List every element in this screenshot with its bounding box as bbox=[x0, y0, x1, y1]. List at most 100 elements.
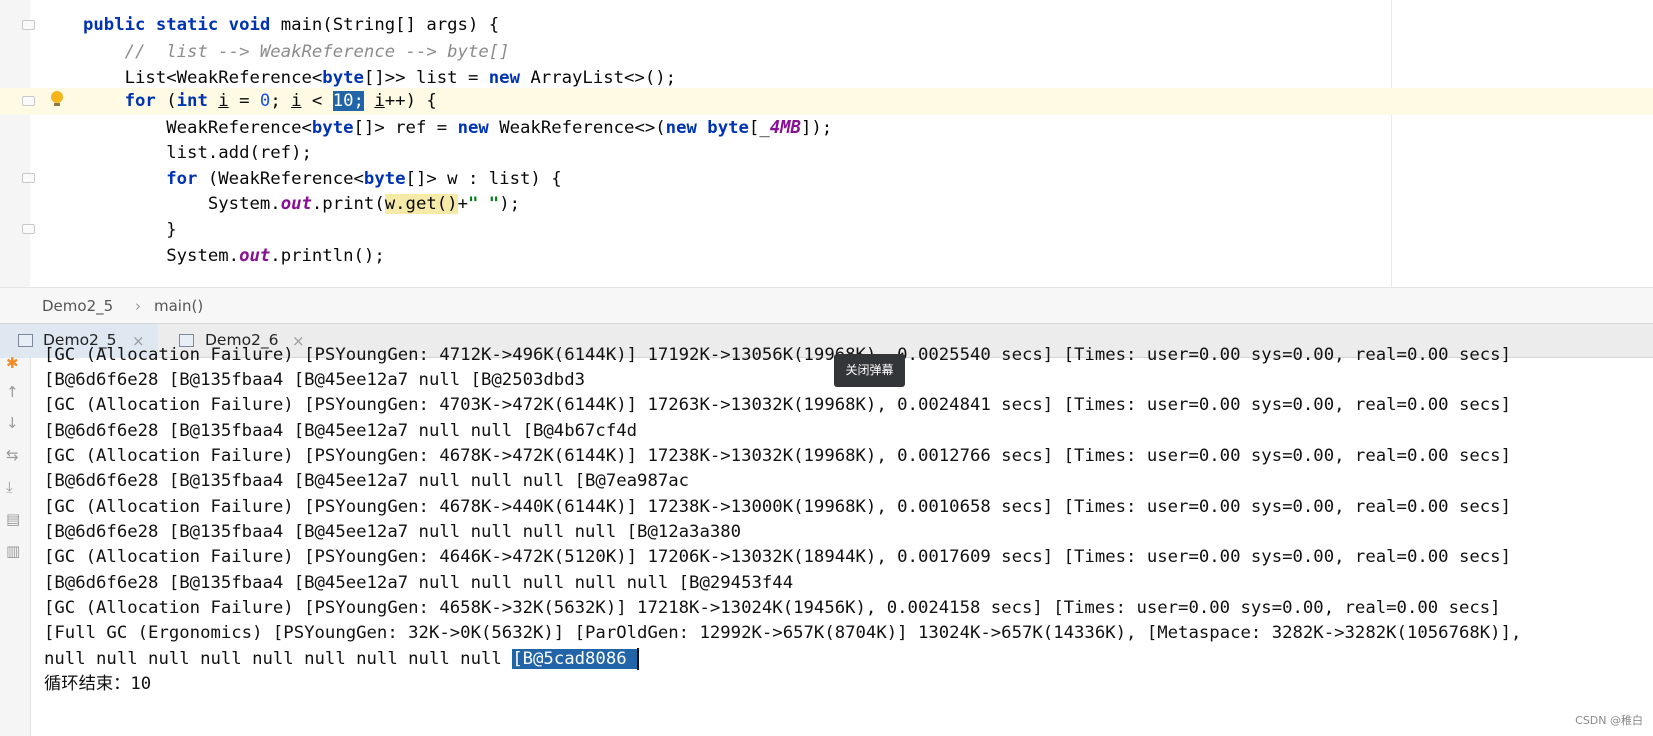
console-line: [GC (Allocation Failure) [PSYoungGen: 46… bbox=[44, 598, 1501, 618]
console-icon bbox=[18, 334, 33, 347]
selected-text[interactable]: [B@5cad8086 bbox=[512, 649, 638, 669]
code-editor[interactable]: public static void main(String[] args) {… bbox=[0, 0, 1653, 287]
watermark: CSDN @稚白 bbox=[1575, 714, 1643, 727]
code-token: byte bbox=[707, 117, 749, 138]
code-line-9[interactable]: } bbox=[0, 217, 1653, 244]
code-token: byte bbox=[322, 68, 364, 89]
code-text: list.add(ref); bbox=[83, 140, 312, 167]
console-line: [GC (Allocation Failure) [PSYoungGen: 47… bbox=[44, 345, 1511, 365]
code-line-7[interactable]: for (WeakReference<byte[]> w : list) { bbox=[0, 166, 1653, 193]
code-token: i bbox=[218, 91, 229, 111]
console-toolbar: ✱ ↑ ↓ ⇆ ⤓ ▤ ▥ bbox=[0, 354, 31, 736]
console-line: [B@6d6f6e28 [B@135fbaa4 [B@45ee12a7 null… bbox=[44, 573, 794, 593]
console-line: [B@6d6f6e28 [B@135fbaa4 [B@45ee12a7 null… bbox=[44, 421, 638, 441]
code-token: public static void bbox=[83, 15, 281, 35]
code-text: System.out.println(); bbox=[83, 243, 385, 270]
up-arrow-icon[interactable]: ↑ bbox=[6, 383, 19, 401]
code-token: WeakReference< bbox=[83, 117, 312, 138]
code-token: for bbox=[166, 168, 198, 189]
code-line-10[interactable]: System.out.println(); bbox=[0, 243, 1653, 270]
code-text: for (WeakReference<byte[]> w : list) { bbox=[83, 166, 562, 193]
soft-wrap-icon[interactable]: ⇆ bbox=[6, 446, 19, 464]
code-token: ]); bbox=[800, 117, 833, 138]
code-text: } bbox=[83, 217, 177, 244]
scroll-to-end-icon[interactable]: ⤓ bbox=[6, 478, 13, 496]
close-danmaku-tooltip[interactable]: 关闭弹幕 bbox=[834, 354, 905, 387]
code-text: for (int i = 0; i < 10; i++) { bbox=[83, 88, 437, 115]
code-line-8[interactable]: System.out.print(w.get()+" "); bbox=[0, 191, 1653, 218]
code-token: .print( bbox=[311, 194, 385, 215]
code-line-2[interactable]: // list --> WeakReference --> byte[] bbox=[0, 39, 1653, 66]
console-final-line: 循环结束：10 bbox=[44, 674, 152, 694]
code-token: main(String[] args) { bbox=[280, 15, 500, 35]
console-line: [B@6d6f6e28 [B@135fbaa4 [B@45ee12a7 null… bbox=[44, 471, 690, 491]
console-line: [GC (Allocation Failure) [PSYoungGen: 46… bbox=[44, 446, 1511, 466]
code-token: [_ bbox=[748, 117, 770, 138]
code-text: public static void main(String[] args) { bbox=[83, 12, 499, 39]
console-line: [GC (Allocation Failure) [PSYoungGen: 46… bbox=[44, 547, 1511, 567]
console-line: [GC (Allocation Failure) [PSYoungGen: 46… bbox=[44, 497, 1511, 517]
print-icon[interactable]: ▤ bbox=[6, 510, 20, 528]
code-token: ++) { bbox=[384, 91, 437, 111]
code-line-1[interactable]: public static void main(String[] args) { bbox=[0, 12, 1653, 39]
code-token: []> w : list) { bbox=[405, 168, 562, 189]
code-token: out bbox=[239, 245, 271, 266]
console-line: [B@6d6f6e28 [B@135fbaa4 [B@45ee12a7 null… bbox=[44, 370, 586, 390]
console-line-selected: null null null null null null null null … bbox=[44, 646, 640, 673]
code-token: out bbox=[280, 194, 312, 215]
code-token: 10; bbox=[332, 91, 364, 111]
trash-icon[interactable]: ▥ bbox=[6, 542, 20, 560]
code-token: + bbox=[457, 194, 468, 215]
fold-inner-for-icon[interactable] bbox=[22, 173, 35, 183]
fold-end-icon[interactable] bbox=[22, 224, 35, 234]
code-token: for bbox=[124, 91, 156, 111]
code-token: System. bbox=[83, 194, 281, 215]
console-line: [B@6d6f6e28 [B@135fbaa4 [B@45ee12a7 null… bbox=[44, 522, 742, 542]
code-token: ArrayList<>(); bbox=[520, 68, 677, 89]
code-token: ( bbox=[155, 91, 177, 111]
down-arrow-icon[interactable]: ↓ bbox=[6, 414, 19, 432]
code-token: byte bbox=[363, 168, 406, 189]
code-token: new bbox=[665, 117, 697, 138]
console-line: [GC (Allocation Failure) [PSYoungGen: 47… bbox=[44, 395, 1511, 415]
code-token: ; bbox=[270, 91, 292, 111]
fold-method-icon[interactable] bbox=[22, 20, 35, 30]
breadcrumb: Demo2_5 › main() bbox=[0, 287, 1653, 324]
code-token: i bbox=[291, 91, 302, 111]
code-token: list.add(ref); bbox=[83, 143, 312, 164]
run-icon[interactable]: ✱ bbox=[6, 354, 19, 372]
code-token: WeakReference<>( bbox=[488, 117, 666, 138]
code-token: 0 bbox=[259, 91, 271, 111]
code-line-4-current[interactable]: for (int i = 0; i < 10; i++) { bbox=[0, 88, 1653, 115]
code-line-6[interactable]: list.add(ref); bbox=[0, 140, 1653, 167]
breadcrumb-class[interactable]: Demo2_5 bbox=[42, 297, 113, 315]
lightbulb-base-icon bbox=[54, 103, 60, 106]
code-token: = bbox=[228, 91, 260, 111]
text-cursor bbox=[637, 648, 640, 670]
code-token: // list --> WeakReference --> byte[] bbox=[124, 41, 510, 62]
code-token: } bbox=[83, 220, 177, 240]
code-text: // list --> WeakReference --> byte[] bbox=[83, 39, 510, 66]
code-token: w.get() bbox=[384, 194, 458, 215]
code-token: (WeakReference< bbox=[197, 168, 364, 189]
code-token: new bbox=[488, 68, 520, 89]
breadcrumb-separator: › bbox=[135, 297, 141, 315]
code-line-5[interactable]: WeakReference<byte[]> ref = new WeakRefe… bbox=[0, 115, 1653, 142]
code-token: List<WeakReference< bbox=[83, 68, 323, 89]
code-token: 4MB bbox=[769, 117, 801, 138]
code-token: System. bbox=[83, 245, 240, 266]
code-token: ); bbox=[499, 194, 521, 215]
breadcrumb-method[interactable]: main() bbox=[154, 297, 203, 315]
console-output[interactable]: ✱ ↑ ↓ ⇆ ⤓ ▤ ▥ [GC (Allocation Failure) [… bbox=[0, 345, 1653, 736]
lightbulb-intention-icon[interactable] bbox=[51, 91, 63, 103]
code-token: int bbox=[176, 91, 208, 111]
code-token: []>> list = bbox=[363, 68, 489, 89]
fold-for-loop-icon[interactable] bbox=[22, 96, 35, 106]
code-token: " " bbox=[468, 194, 500, 215]
